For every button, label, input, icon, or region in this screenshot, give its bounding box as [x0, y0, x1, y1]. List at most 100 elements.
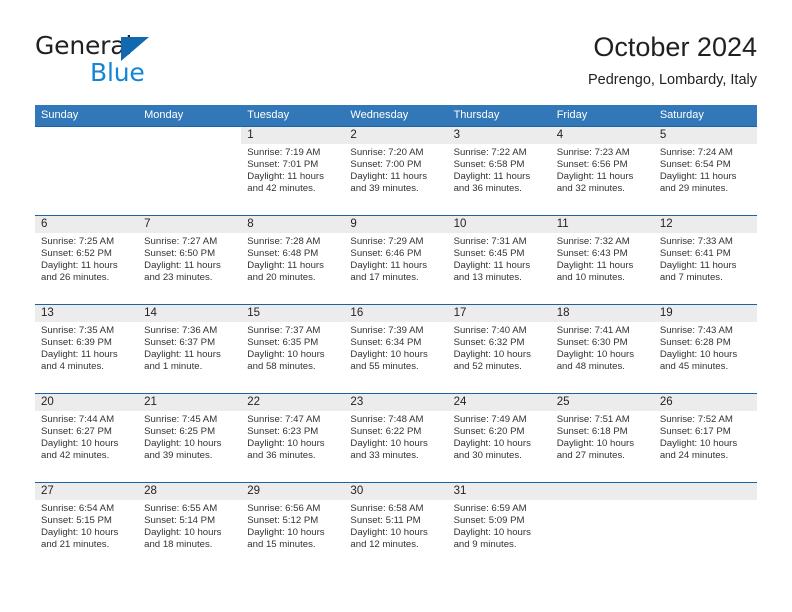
daylight-text-line1: Daylight: 10 hours	[659, 438, 738, 450]
daylight-text-line2: and 20 minutes.	[247, 272, 316, 284]
day-cell[interactable]: 16 Sunrise: 7:39 AM Sunset: 6:34 PM Dayl…	[344, 305, 448, 393]
day-cell[interactable]: 9 Sunrise: 7:29 AM Sunset: 6:46 PM Dayli…	[344, 216, 448, 304]
daylight-text-line1: Daylight: 11 hours	[659, 171, 737, 183]
day-cell[interactable]: 17 Sunrise: 7:40 AM Sunset: 6:32 PM Dayl…	[447, 305, 551, 393]
sunset-text: Sunset: 6:45 PM	[453, 248, 525, 260]
day-details: Sunrise: 7:22 AM Sunset: 6:58 PM Dayligh…	[448, 144, 551, 195]
day-cell[interactable]: 27 Sunrise: 6:54 AM Sunset: 5:15 PM Dayl…	[35, 483, 139, 571]
general-blue-logo[interactable]: General Blue	[35, 32, 235, 88]
day-number: 6	[41, 218, 48, 230]
day-details: Sunrise: 7:49 AM Sunset: 6:20 PM Dayligh…	[448, 411, 551, 462]
sunset-text: Sunset: 5:11 PM	[350, 515, 421, 527]
daylight-text-line2: and 48 minutes.	[556, 361, 625, 373]
day-cell[interactable]: 25 Sunrise: 7:51 AM Sunset: 6:18 PM Dayl…	[550, 394, 654, 482]
day-cell[interactable]: 19 Sunrise: 7:43 AM Sunset: 6:28 PM Dayl…	[653, 305, 757, 393]
day-cell[interactable]: 22 Sunrise: 7:47 AM Sunset: 6:23 PM Dayl…	[241, 394, 345, 482]
day-number: 13	[41, 307, 54, 319]
weekday-header-tuesday: Tuesday	[247, 109, 290, 121]
day-cell[interactable]: 20 Sunrise: 7:44 AM Sunset: 6:27 PM Dayl…	[35, 394, 139, 482]
weekday-header-sunday: Sunday	[41, 109, 79, 121]
calendar-grid: Sunday Monday Tuesday Wednesday Thursday…	[35, 105, 757, 571]
daylight-text-line2: and 30 minutes.	[453, 450, 522, 462]
day-cell[interactable]: 6 Sunrise: 7:25 AM Sunset: 6:52 PM Dayli…	[35, 216, 139, 304]
day-cell[interactable]: 2 Sunrise: 7:20 AM Sunset: 7:00 PM Dayli…	[344, 127, 448, 215]
sunrise-text: Sunrise: 6:58 AM	[350, 503, 424, 514]
daylight-text-line1: Daylight: 11 hours	[41, 349, 118, 361]
day-cell[interactable]: 31 Sunrise: 6:59 AM Sunset: 5:09 PM Dayl…	[447, 483, 551, 571]
sunrise-text: Sunrise: 7:39 AM	[350, 325, 424, 336]
daylight-text-line2: and 36 minutes.	[453, 183, 522, 195]
day-cell[interactable]	[35, 127, 139, 215]
sunrise-text: Sunrise: 7:41 AM	[556, 325, 630, 336]
day-cell[interactable]: 12 Sunrise: 7:33 AM Sunset: 6:41 PM Dayl…	[653, 216, 757, 304]
weekday-header-monday: Monday	[144, 109, 184, 121]
sunrise-text: Sunrise: 7:37 AM	[247, 325, 321, 336]
sunrise-text: Sunrise: 7:44 AM	[41, 414, 115, 425]
day-cell[interactable]	[550, 483, 654, 571]
sunrise-text: Sunrise: 7:23 AM	[556, 147, 630, 158]
daylight-text-line1: Daylight: 11 hours	[247, 260, 324, 272]
day-cell[interactable]: 13 Sunrise: 7:35 AM Sunset: 6:39 PM Dayl…	[35, 305, 139, 393]
day-cell[interactable]: 10 Sunrise: 7:31 AM Sunset: 6:45 PM Dayl…	[447, 216, 551, 304]
day-number-band: 7	[138, 216, 242, 233]
page-subtitle: Pedrengo, Lombardy, Italy	[588, 72, 757, 88]
day-cell[interactable]: 3 Sunrise: 7:22 AM Sunset: 6:58 PM Dayli…	[447, 127, 551, 215]
day-cell[interactable]: 4 Sunrise: 7:23 AM Sunset: 6:56 PM Dayli…	[550, 127, 654, 215]
day-number: 10	[453, 218, 467, 230]
day-number: 29	[247, 485, 261, 497]
daylight-text-line1: Daylight: 10 hours	[144, 438, 222, 450]
daylight-text-line1: Daylight: 10 hours	[41, 527, 119, 539]
day-cell[interactable]: 24 Sunrise: 7:49 AM Sunset: 6:20 PM Dayl…	[447, 394, 551, 482]
day-number-band: 15	[241, 305, 345, 322]
daylight-text-line2: and 21 minutes.	[41, 539, 110, 551]
day-cell[interactable]: 14 Sunrise: 7:36 AM Sunset: 6:37 PM Dayl…	[138, 305, 242, 393]
day-cell[interactable]: 21 Sunrise: 7:45 AM Sunset: 6:25 PM Dayl…	[138, 394, 242, 482]
daylight-text-line2: and 23 minutes.	[144, 272, 213, 284]
daylight-text-line1: Daylight: 11 hours	[453, 260, 531, 272]
day-number-band: 2	[344, 127, 448, 144]
day-details: Sunrise: 7:36 AM Sunset: 6:37 PM Dayligh…	[138, 322, 241, 373]
day-cell[interactable]: 8 Sunrise: 7:28 AM Sunset: 6:48 PM Dayli…	[241, 216, 345, 304]
day-cell[interactable]: 28 Sunrise: 6:55 AM Sunset: 5:14 PM Dayl…	[138, 483, 242, 571]
day-cell[interactable]: 30 Sunrise: 6:58 AM Sunset: 5:11 PM Dayl…	[344, 483, 448, 571]
sunset-text: Sunset: 6:46 PM	[350, 248, 422, 260]
sunrise-text: Sunrise: 7:47 AM	[247, 414, 321, 425]
day-number: 31	[453, 485, 467, 497]
sunset-text: Sunset: 6:22 PM	[350, 426, 422, 438]
daylight-text-line2: and 39 minutes.	[350, 183, 419, 195]
day-number: 8	[247, 218, 254, 230]
day-details: Sunrise: 7:37 AM Sunset: 6:35 PM Dayligh…	[241, 322, 344, 373]
day-cell[interactable]: 1 Sunrise: 7:19 AM Sunset: 7:01 PM Dayli…	[241, 127, 345, 215]
day-number-band: 14	[138, 305, 242, 322]
title-block: October 2024 Pedrengo, Lombardy, Italy	[588, 30, 757, 89]
day-number: 11	[556, 218, 569, 230]
sunrise-text: Sunrise: 7:43 AM	[659, 325, 733, 336]
daylight-text-line2: and 58 minutes.	[247, 361, 316, 373]
day-cell[interactable]: 11 Sunrise: 7:32 AM Sunset: 6:43 PM Dayl…	[550, 216, 654, 304]
day-cell[interactable]: 23 Sunrise: 7:48 AM Sunset: 6:22 PM Dayl…	[344, 394, 448, 482]
week-row: 1 Sunrise: 7:19 AM Sunset: 7:01 PM Dayli…	[35, 126, 757, 215]
daylight-text-line2: and 42 minutes.	[41, 450, 110, 462]
sunset-text: Sunset: 6:35 PM	[247, 337, 319, 349]
day-details: Sunrise: 7:44 AM Sunset: 6:27 PM Dayligh…	[35, 411, 138, 462]
day-number-band: 12	[653, 216, 757, 233]
day-cell[interactable]: 7 Sunrise: 7:27 AM Sunset: 6:50 PM Dayli…	[138, 216, 242, 304]
day-cell[interactable]: 5 Sunrise: 7:24 AM Sunset: 6:54 PM Dayli…	[653, 127, 757, 215]
daylight-text-line2: and 42 minutes.	[247, 183, 316, 195]
day-details: Sunrise: 7:28 AM Sunset: 6:48 PM Dayligh…	[241, 233, 344, 284]
day-cell[interactable]	[653, 483, 757, 571]
sunrise-text: Sunrise: 7:20 AM	[350, 147, 424, 158]
day-cell[interactable]: 26 Sunrise: 7:52 AM Sunset: 6:17 PM Dayl…	[653, 394, 757, 482]
day-cell[interactable]	[138, 127, 242, 215]
day-number-band: 26	[653, 394, 757, 411]
daylight-text-line1: Daylight: 10 hours	[350, 438, 428, 450]
day-cell[interactable]: 18 Sunrise: 7:41 AM Sunset: 6:30 PM Dayl…	[550, 305, 654, 393]
day-number: 23	[350, 396, 364, 408]
sunset-text: Sunset: 6:25 PM	[144, 426, 216, 438]
day-details: Sunrise: 7:19 AM Sunset: 7:01 PM Dayligh…	[241, 144, 344, 195]
day-details: Sunrise: 7:31 AM Sunset: 6:45 PM Dayligh…	[448, 233, 551, 284]
day-cell[interactable]: 15 Sunrise: 7:37 AM Sunset: 6:35 PM Dayl…	[241, 305, 345, 393]
sunset-text: Sunset: 6:37 PM	[144, 337, 216, 349]
weekday-header-thursday: Thursday	[453, 109, 500, 121]
day-cell[interactable]: 29 Sunrise: 6:56 AM Sunset: 5:12 PM Dayl…	[241, 483, 345, 571]
